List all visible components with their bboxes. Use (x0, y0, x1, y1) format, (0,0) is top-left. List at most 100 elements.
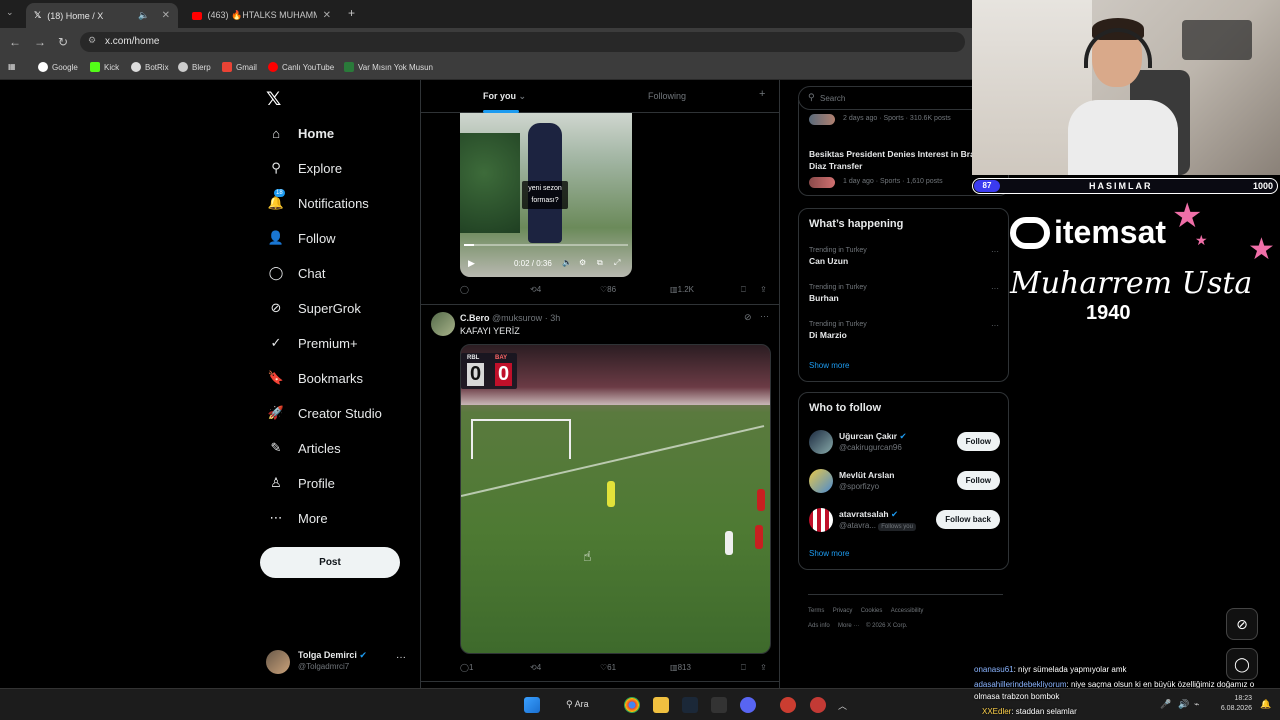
bookmark-canli-youtube[interactable]: Canlı YouTube (268, 62, 334, 72)
video-progress[interactable] (464, 244, 628, 246)
app-icon[interactable] (711, 697, 727, 713)
bookmark-icon[interactable]: ⎕ (741, 285, 746, 295)
notification-bell-icon[interactable]: 🔔 (1260, 699, 1271, 710)
tab-youtube[interactable]: (463) 🔥HTALKS MUHAMMED ✕ (184, 3, 339, 28)
steam-icon[interactable] (682, 697, 698, 713)
url-bar[interactable]: ⚙ x.com/home (80, 32, 965, 52)
grok-fab-icon[interactable]: ⊘ (1226, 608, 1258, 640)
follow-back-button[interactable]: Follow back (936, 510, 1000, 529)
nav-bookmarks[interactable]: 🔖 Bookmarks (268, 370, 363, 386)
new-tab-icon[interactable]: + (348, 6, 355, 20)
tab-following[interactable]: Following (648, 91, 686, 101)
chrome-icon[interactable] (624, 697, 640, 713)
post-button[interactable]: Post (260, 547, 400, 578)
back-icon[interactable]: ← (9, 35, 21, 49)
microphone-icon[interactable]: 🎤 (1160, 699, 1171, 710)
taskbar-search[interactable]: ⚲ Ara (566, 699, 589, 710)
tab-x-home[interactable]: 𝕏 (18) Home / X 🔈 ✕ (26, 3, 178, 28)
close-tab-icon[interactable]: ✕ (323, 10, 331, 21)
post-author[interactable]: C.Bero @muksurow · 3h (460, 313, 560, 323)
avatar[interactable] (431, 312, 455, 336)
repost-button[interactable]: ⟲ 4 (530, 285, 541, 294)
clock[interactable]: 18:23 6.08.2026 (1214, 694, 1252, 714)
repost-button[interactable]: ⟲ 4 (530, 663, 541, 672)
start-icon[interactable] (524, 697, 540, 713)
volume-icon[interactable]: 🔊 (1178, 699, 1189, 710)
views-count[interactable]: ▥ 813 (670, 663, 691, 672)
tray-chevron-icon[interactable]: ︿ (838, 699, 847, 712)
reply-button[interactable]: ◯ 1 (460, 663, 473, 672)
streamer-shirt (1068, 100, 1178, 175)
nav-home[interactable]: ⌂ Home (268, 125, 334, 141)
bookmark-google[interactable]: Google (38, 62, 78, 72)
share-icon[interactable]: ⇪ (760, 663, 767, 672)
match-video[interactable]: RBL BAY 0 0 (460, 344, 771, 654)
grok-icon[interactable]: ⊘ (744, 312, 752, 323)
player-red (755, 525, 763, 549)
reply-icon[interactable]: ◯ (460, 285, 469, 294)
pip-icon[interactable]: ⧉ (597, 258, 603, 268)
app-icon[interactable] (780, 697, 796, 713)
bookmark-icon: 🔖 (267, 370, 285, 385)
video-player[interactable]: yeni sezon forması? ▶ 0:02 / 0:36 🔈 ⚙ ⧉ ⤢ (460, 113, 632, 277)
views-count[interactable]: ▥ 1.2K (670, 285, 694, 294)
tab-list-chevron-icon[interactable]: ⌄ (6, 7, 14, 18)
address-toolbar: ← → ↻ ⚙ x.com/home (0, 28, 972, 56)
like-button[interactable]: ♡ 61 (600, 663, 616, 672)
trend-item[interactable]: Trending in Turkey Di Marzio ··· (809, 321, 999, 340)
blerp-icon (178, 62, 188, 72)
show-more-link[interactable]: Show more (809, 361, 849, 370)
x-logo-icon[interactable]: 𝕏 (266, 88, 281, 111)
close-tab-icon[interactable]: ✕ (162, 10, 170, 21)
folder-icon[interactable] (653, 697, 669, 713)
bookmark-blerp[interactable]: Blerp (178, 62, 211, 72)
share-icon[interactable]: ⇪ (760, 285, 767, 294)
bookmark-gmail[interactable]: Gmail (222, 62, 257, 72)
show-more-link[interactable]: Show more (809, 549, 849, 558)
bookmark-kick[interactable]: Kick (90, 62, 119, 72)
nav-supergrok[interactable]: ⊘ SuperGrok (268, 300, 361, 316)
mute-icon[interactable]: 🔈 (138, 10, 149, 21)
follow-suggestion[interactable]: atavratsalah ✔ @atavra... Follows you Fo… (799, 506, 1010, 534)
bookmark-botrix[interactable]: BotRix (131, 62, 169, 72)
trend-item[interactable]: Trending in Turkey Burhan ··· (809, 284, 999, 303)
follow-button[interactable]: Follow (956, 471, 1000, 490)
settings-icon[interactable]: ⚙ (579, 258, 586, 267)
like-button[interactable]: ♡ 86 (600, 285, 616, 294)
fullscreen-icon[interactable]: ⤢ (614, 258, 620, 268)
more-dots-icon[interactable]: ··· (396, 652, 406, 663)
more-dots-icon[interactable]: ··· (760, 311, 769, 321)
messages-fab-icon[interactable]: ◯ (1226, 648, 1258, 680)
network-icon[interactable]: ⌁ (1194, 699, 1199, 710)
play-icon[interactable]: ▶ (468, 258, 475, 269)
bookmark-var-misin[interactable]: Var Mısın Yok Musun (344, 62, 433, 72)
sponsor-logo: itemsat (1010, 214, 1166, 251)
account-switcher[interactable]: Tolga Demirci ✔ @Tolgadmrci7 ··· (266, 648, 410, 680)
avatar-stack (809, 177, 835, 188)
add-tab-icon[interactable]: + (759, 88, 765, 100)
reload-icon[interactable]: ↻ (58, 35, 68, 49)
nav-articles[interactable]: ✎ Articles (268, 440, 341, 456)
nav-profile[interactable]: ♙ Profile (268, 475, 335, 491)
site-info-icon[interactable]: ⚙ (88, 35, 96, 46)
nav-notifications[interactable]: 🔔 18 Notifications (268, 189, 369, 211)
goal-frame (471, 419, 571, 459)
tab-for-you[interactable]: For you ⌄ (483, 91, 526, 102)
nav-premium[interactable]: ✓ Premium+ (268, 335, 358, 351)
volume-icon[interactable]: 🔈 (562, 258, 572, 267)
nav-creator-studio[interactable]: 🚀 Creator Studio (268, 405, 382, 421)
active-tab-indicator (483, 110, 519, 113)
trend-item[interactable]: Trending in Turkey Can Uzun ··· (809, 247, 999, 266)
forward-icon[interactable]: → (34, 35, 46, 49)
nav-explore[interactable]: ⚲ Explore (268, 160, 342, 176)
bookmark-icon[interactable]: ⎕ (741, 663, 746, 673)
nav-chat[interactable]: ◯ Chat (268, 265, 326, 281)
nav-more[interactable]: ⋯ More (268, 510, 328, 526)
follow-suggestion[interactable]: Uğurcan Çakır ✔ @cakirugurcan96 Follow (799, 428, 1010, 456)
app-icon[interactable] (810, 697, 826, 713)
follow-suggestion[interactable]: Mevlüt Arslan @sporfizyo Follow (799, 467, 1010, 495)
nav-follow[interactable]: 👤 Follow (268, 230, 336, 246)
apps-icon[interactable]: ▦ (8, 62, 16, 71)
discord-icon[interactable] (740, 697, 756, 713)
follow-button[interactable]: Follow (956, 432, 1000, 451)
